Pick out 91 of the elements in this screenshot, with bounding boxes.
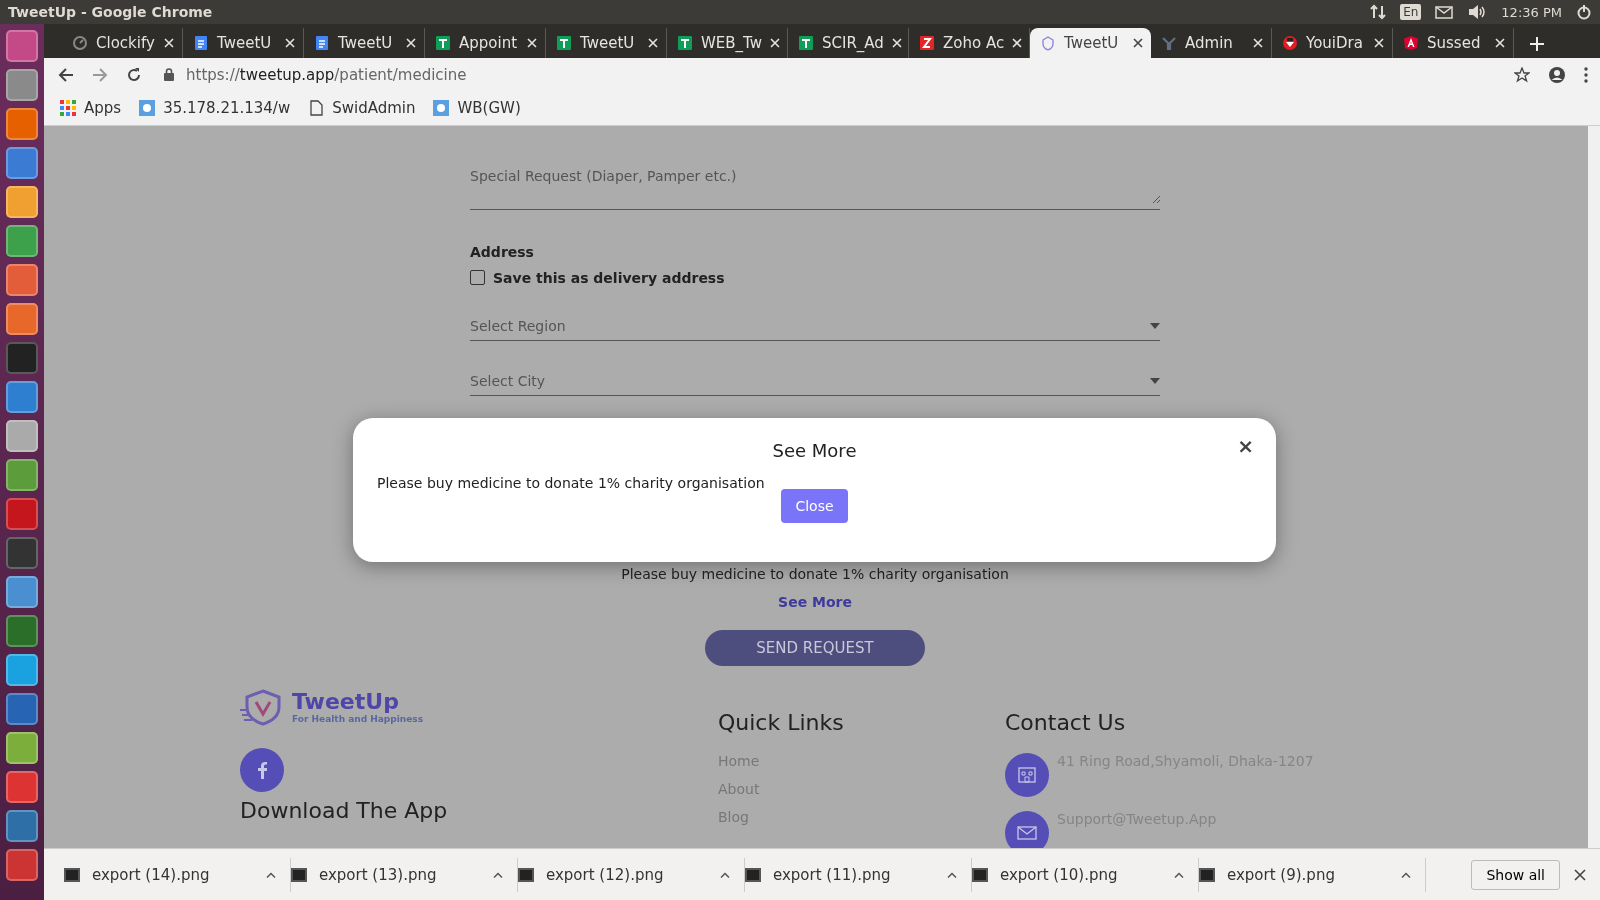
- favicon-icon: [193, 34, 209, 51]
- network-icon[interactable]: [1370, 4, 1387, 20]
- modal-title: See More: [772, 439, 857, 461]
- resize-handle-icon[interactable]: [1152, 194, 1160, 203]
- browser-tab[interactable]: Clockify: [62, 27, 183, 58]
- back-icon[interactable]: [58, 66, 74, 83]
- bookmark[interactable]: Apps: [60, 99, 122, 118]
- send-request-button[interactable]: SEND REQUEST: [705, 629, 925, 666]
- forward-icon[interactable]: [92, 66, 108, 83]
- browser-tab[interactable]: WEB_Tw: [667, 27, 788, 58]
- caret-up-icon[interactable]: [720, 871, 730, 878]
- download-item[interactable]: export (11).png: [745, 857, 972, 892]
- facebook-button[interactable]: [240, 747, 284, 792]
- favicon-icon: [314, 34, 330, 51]
- star-icon[interactable]: [1514, 66, 1530, 83]
- close-button[interactable]: Close: [781, 488, 848, 523]
- favicon-icon: [677, 34, 693, 51]
- browser-tab[interactable]: Appoint: [425, 27, 546, 58]
- volume-icon[interactable]: [1467, 4, 1488, 20]
- download-item[interactable]: export (14).png: [64, 857, 291, 892]
- file-icon: [745, 867, 761, 882]
- caret-up-icon[interactable]: [266, 871, 276, 878]
- browser-tab[interactable]: Admin: [1151, 27, 1272, 58]
- file-icon: [1199, 867, 1215, 882]
- window-title: TweetUp - Google Chrome: [8, 4, 213, 20]
- download-item[interactable]: export (10).png: [972, 857, 1199, 892]
- facebook-icon: [257, 760, 267, 779]
- brand-tagline: For Health and Happiness: [292, 714, 424, 725]
- file-icon: [291, 867, 307, 882]
- menu-icon[interactable]: [1584, 66, 1588, 83]
- download-item[interactable]: export (9).png: [1199, 857, 1426, 892]
- notice-text: Please buy medicine to donate 1% charity organisation: [621, 565, 1009, 582]
- file-icon: [972, 867, 988, 882]
- bookmark-icon: [139, 100, 156, 117]
- power-icon[interactable]: [1576, 4, 1592, 20]
- dropdown-caret-icon: [1150, 322, 1160, 329]
- checkbox[interactable]: [470, 270, 485, 286]
- caret-up-icon[interactable]: [947, 871, 957, 878]
- checkbox-label[interactable]: Save this as delivery address: [493, 269, 725, 286]
- mail-icon[interactable]: [1435, 5, 1454, 19]
- bookmark[interactable]: 35.178.21.134/w: [139, 99, 291, 118]
- caret-up-icon[interactable]: [1174, 871, 1184, 878]
- see-more-link[interactable]: See More: [778, 593, 852, 610]
- favicon-icon: [72, 34, 88, 51]
- browser-tab[interactable]: SCIR_Ad: [788, 27, 909, 58]
- file-icon: [518, 867, 534, 882]
- download-item[interactable]: export (12).png: [518, 857, 745, 892]
- browser-tab[interactable]: Sussed: [1393, 27, 1514, 58]
- close-icon[interactable]: [1574, 868, 1586, 881]
- favicon-icon: [919, 34, 935, 51]
- browser-tab[interactable]: YouiDra: [1272, 27, 1393, 58]
- favicon-icon: [435, 34, 451, 51]
- close-icon[interactable]: [1133, 37, 1143, 48]
- lock-icon: [164, 68, 174, 82]
- caret-up-icon[interactable]: [1401, 871, 1411, 878]
- browser-tab[interactable]: TweetU: [546, 27, 667, 58]
- bookmark-icon: [308, 100, 325, 117]
- bookmark[interactable]: SwidAdmin: [308, 99, 416, 118]
- modal-message: Please buy medicine to donate 1% charity organisation: [377, 474, 766, 491]
- caret-up-icon[interactable]: [493, 871, 503, 878]
- section-heading: Contact Us: [1005, 709, 1127, 735]
- favicon-icon: [1040, 34, 1056, 51]
- clock[interactable]: 12:36 PM: [1501, 4, 1562, 20]
- favicon-icon: [1403, 34, 1419, 51]
- browser-tab[interactable]: TweetU: [183, 27, 304, 58]
- new-tab-icon[interactable]: [1530, 36, 1544, 51]
- favicon-icon: [556, 34, 572, 51]
- bookmark[interactable]: WB(GW): [433, 99, 521, 118]
- scrollbar[interactable]: [1588, 125, 1600, 849]
- browser-tab[interactable]: TweetU: [1030, 27, 1151, 58]
- section-label: Address: [470, 243, 535, 260]
- building-icon: [1017, 764, 1037, 785]
- browser-tab[interactable]: Zoho Ac: [909, 27, 1030, 58]
- account-icon[interactable]: [1548, 65, 1566, 84]
- download-item[interactable]: export (13).png: [291, 857, 518, 892]
- brand-name: TweetUp: [292, 689, 399, 715]
- close-button[interactable]: ×: [1237, 433, 1254, 458]
- bookmark-icon: [60, 100, 76, 117]
- bookmark-icon: [433, 100, 450, 117]
- show-all-button[interactable]: Show all: [1471, 859, 1560, 890]
- browser-tab[interactable]: TweetU: [304, 27, 425, 58]
- favicon-icon: [1161, 34, 1177, 51]
- section-heading: Download The App: [240, 797, 449, 823]
- file-icon: [64, 867, 80, 882]
- reload-icon[interactable]: [126, 66, 142, 83]
- favicon-icon: [1282, 34, 1298, 51]
- section-heading: Quick Links: [718, 709, 845, 735]
- keyboard-indicator[interactable]: En: [1400, 4, 1422, 20]
- dropdown-caret-icon: [1150, 377, 1160, 384]
- placeholder: Special Request (Diaper, Pamper etc.): [470, 167, 737, 184]
- favicon-icon: [798, 34, 814, 51]
